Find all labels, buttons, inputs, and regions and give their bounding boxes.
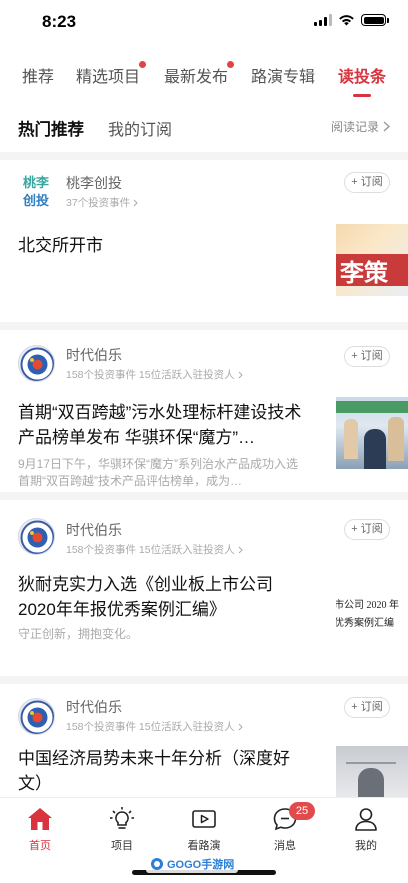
subscribe-button[interactable]: + 订阅	[344, 172, 390, 193]
tab-roadshow-albums[interactable]: 路演专辑	[251, 63, 315, 87]
article-thumbnail[interactable]: 李策	[336, 224, 408, 296]
tab-latest-release[interactable]: 最新发布	[164, 61, 235, 87]
wifi-icon	[339, 15, 354, 26]
article-title[interactable]: 首期“双百跨越”污水处理标杆建设技术产品榜单发布 华骐环保“魔方”…	[18, 400, 304, 450]
thumbnail-text: 优秀案例汇编	[336, 618, 394, 629]
thumbnail-text: 李策	[340, 260, 388, 287]
battery-icon	[361, 14, 389, 26]
subtab-hot-recommend[interactable]: 热门推荐	[18, 116, 84, 140]
status-bar: 8:23	[0, 0, 408, 48]
home-icon	[28, 808, 52, 830]
thumbnail-text: 市公司 2020 年	[336, 600, 399, 611]
author-logo: 桃李 创投	[18, 174, 54, 214]
author-name[interactable]: 时代伯乐	[66, 697, 122, 717]
author-avatar	[18, 345, 55, 382]
author-meta-text: 158个投资事件 15位活跃入驻投资人	[66, 721, 235, 733]
article-summary: 守正创新，拥抱变化。	[18, 627, 139, 641]
active-tab-indicator	[353, 94, 371, 97]
watermark-logo-icon	[151, 858, 163, 870]
author-meta: 158个投资事件 15位活跃入驻投资人	[66, 542, 243, 557]
tab-featured-projects[interactable]: 精选项目	[76, 61, 147, 87]
logo-text: 桃李	[22, 175, 49, 190]
tab-recommend[interactable]: 推荐	[22, 63, 54, 87]
category-tabs: 推荐 精选项目 最新发布 路演专辑 读投条	[0, 48, 408, 98]
chevron-right-icon	[133, 199, 138, 206]
chevron-right-icon	[383, 121, 390, 132]
subscribe-button[interactable]: + 订阅	[344, 346, 390, 367]
subscribe-button[interactable]: + 订阅	[344, 519, 390, 540]
subtab-my-subscriptions[interactable]: 我的订阅	[108, 116, 172, 140]
author-meta-text: 37个投资事件	[66, 197, 131, 209]
video-icon	[192, 810, 216, 828]
bottom-tab-home[interactable]: 首页	[8, 806, 72, 853]
tab-read-investment-notes[interactable]: 读投条	[338, 63, 387, 97]
tab-label: 路演专辑	[251, 69, 316, 86]
bottom-tab-label: 看路演	[187, 840, 221, 852]
author-meta-text: 158个投资事件 15位活跃入驻投资人	[66, 544, 235, 556]
bottom-tab-roadshow[interactable]: 看路演	[172, 806, 236, 853]
tab-label: 推荐	[22, 69, 55, 86]
author-name[interactable]: 桃李创投	[66, 173, 122, 193]
tab-label: 最新发布	[164, 69, 229, 86]
author-meta: 158个投资事件 15位活跃入驻投资人	[66, 719, 243, 734]
article-thumbnail[interactable]: 市公司 2020 年 优秀案例汇编	[336, 580, 408, 652]
author-name[interactable]: 时代伯乐	[66, 345, 122, 365]
bottom-tab-messages[interactable]: 25 消息	[253, 802, 317, 853]
article-card[interactable]: 时代伯乐 158个投资事件 15位活跃入驻投资人 + 订阅 狄耐克实力入选《创业…	[0, 500, 408, 676]
article-title[interactable]: 狄耐克实力入选《创业板上市公司2020年年报优秀案例汇编》	[18, 572, 300, 622]
tab-label: 精选项目	[76, 69, 141, 86]
article-title[interactable]: 中国经济局势未来十年分析（深度好文）	[18, 746, 300, 796]
bottom-tab-projects[interactable]: 项目	[90, 806, 154, 853]
new-dot-badge	[227, 61, 235, 68]
bottom-tab-label: 首页	[29, 840, 51, 852]
lightbulb-icon	[110, 807, 134, 829]
author-meta: 158个投资事件 15位活跃入驻投资人	[66, 367, 243, 382]
author-meta-text: 158个投资事件 15位活跃入驻投资人	[66, 369, 235, 381]
article-summary: 9月17日下午，华骐环保“魔方”系列治水产品成功入选首期“双百跨越”技术产品评估…	[18, 457, 299, 488]
sub-tabs: 热门推荐 我的订阅 阅读记录	[0, 98, 408, 152]
cellular-signal-icon	[314, 14, 332, 26]
read-record-label: 阅读记录	[330, 120, 379, 134]
article-feed: 桃李 创投 桃李创投 37个投资事件 + 订阅 北交所开市 李策 时代伯乐 15…	[0, 152, 408, 797]
status-icons	[314, 14, 389, 26]
author-avatar	[18, 698, 55, 735]
status-time: 8:23	[42, 12, 77, 31]
chevron-right-icon	[238, 546, 243, 553]
bottom-tab-label: 项目	[111, 840, 133, 852]
article-card[interactable]: 时代伯乐 158个投资事件 15位活跃入驻投资人 + 订阅 中国经济局势未来十年…	[0, 684, 408, 797]
user-icon	[355, 808, 377, 831]
author-name[interactable]: 时代伯乐	[66, 520, 122, 540]
article-title[interactable]: 北交所开市	[18, 233, 308, 258]
bottom-tab-profile[interactable]: 我的	[334, 806, 398, 853]
tab-label: 读投条	[338, 69, 387, 86]
bottom-tab-label: 我的	[355, 840, 377, 852]
author-meta: 37个投资事件	[66, 195, 138, 210]
bottom-tab-label: 消息	[274, 840, 296, 852]
read-record-link[interactable]: 阅读记录	[331, 118, 390, 135]
subscribe-button[interactable]: + 订阅	[344, 697, 390, 718]
article-card[interactable]: 时代伯乐 158个投资事件 15位活跃入驻投资人 + 订阅 首期“双百跨越”污水…	[0, 330, 408, 492]
unread-count-badge: 25	[289, 802, 315, 820]
watermark: GOGO手游网	[146, 855, 239, 873]
author-avatar	[18, 518, 55, 555]
bottom-tab-bar: 首页 项目 看路演 25 消息 我的 GOGO手游网	[0, 797, 408, 883]
logo-text: 创投	[22, 193, 49, 208]
watermark-text: GOGO手游网	[167, 859, 235, 871]
article-card[interactable]: 桃李 创投 桃李创投 37个投资事件 + 订阅 北交所开市 李策	[0, 160, 408, 322]
new-dot-badge	[139, 61, 147, 68]
article-thumbnail[interactable]	[336, 397, 408, 469]
app-root: 8:23 推荐 精选项目 最新发布 路演专辑 读投条 热门推荐 我的订阅 阅读记…	[0, 0, 408, 883]
article-thumbnail[interactable]	[336, 746, 408, 797]
chevron-right-icon	[238, 723, 243, 730]
chevron-right-icon	[238, 371, 243, 378]
